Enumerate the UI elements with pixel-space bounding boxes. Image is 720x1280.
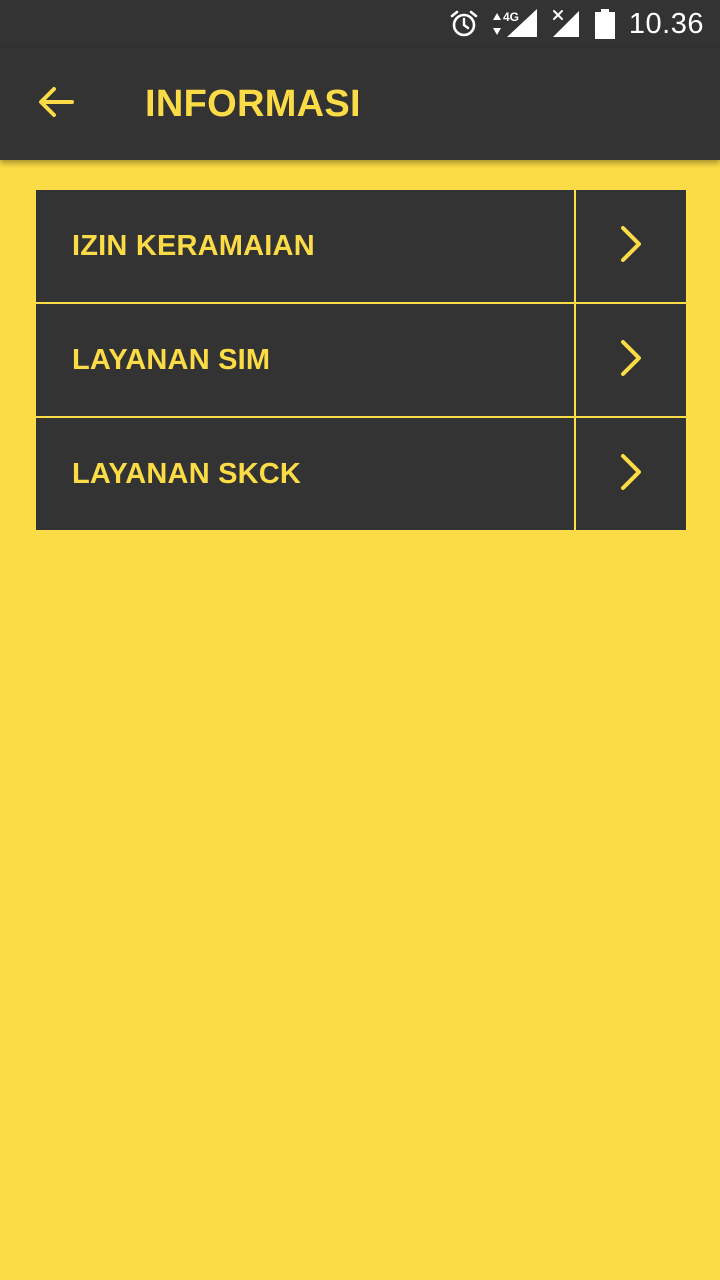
menu-item-izin-keramaian[interactable]: IZIN KERAMAIAN	[36, 190, 686, 302]
menu-item-label: LAYANAN SKCK	[72, 457, 302, 490]
chevron-right-icon	[619, 339, 643, 381]
menu-item-layanan-skck[interactable]: LAYANAN SKCK	[36, 418, 686, 530]
chevron-right-icon	[619, 225, 643, 267]
info-menu-list: IZIN KERAMAIAN LAYANAN SIM LAYANAN SKCK	[36, 190, 686, 532]
menu-item-arrow-button[interactable]	[576, 304, 686, 416]
menu-item-arrow-button[interactable]	[576, 190, 686, 302]
alarm-icon	[449, 9, 479, 39]
menu-item-label-cell: LAYANAN SKCK	[36, 418, 576, 530]
menu-item-arrow-button[interactable]	[576, 418, 686, 530]
menu-item-label-cell: IZIN KERAMAIAN	[36, 190, 576, 302]
menu-item-label: IZIN KERAMAIAN	[72, 229, 315, 262]
menu-item-label: LAYANAN SIM	[72, 343, 271, 376]
back-button[interactable]	[0, 48, 112, 160]
arrow-left-icon	[38, 86, 74, 122]
network-label: 4G	[503, 10, 519, 24]
menu-item-label-cell: LAYANAN SIM	[36, 304, 576, 416]
no-signal-icon	[551, 9, 581, 39]
status-bar: 4G 10.36	[0, 0, 720, 48]
data-arrows-icon: 4G	[492, 9, 537, 39]
app-bar: INFORMASI	[0, 48, 720, 160]
menu-item-layanan-sim[interactable]: LAYANAN SIM	[36, 304, 686, 416]
page-title: INFORMASI	[145, 82, 361, 125]
chevron-right-icon	[619, 453, 643, 495]
status-time: 10.36	[628, 7, 704, 40]
battery-icon	[594, 9, 615, 39]
